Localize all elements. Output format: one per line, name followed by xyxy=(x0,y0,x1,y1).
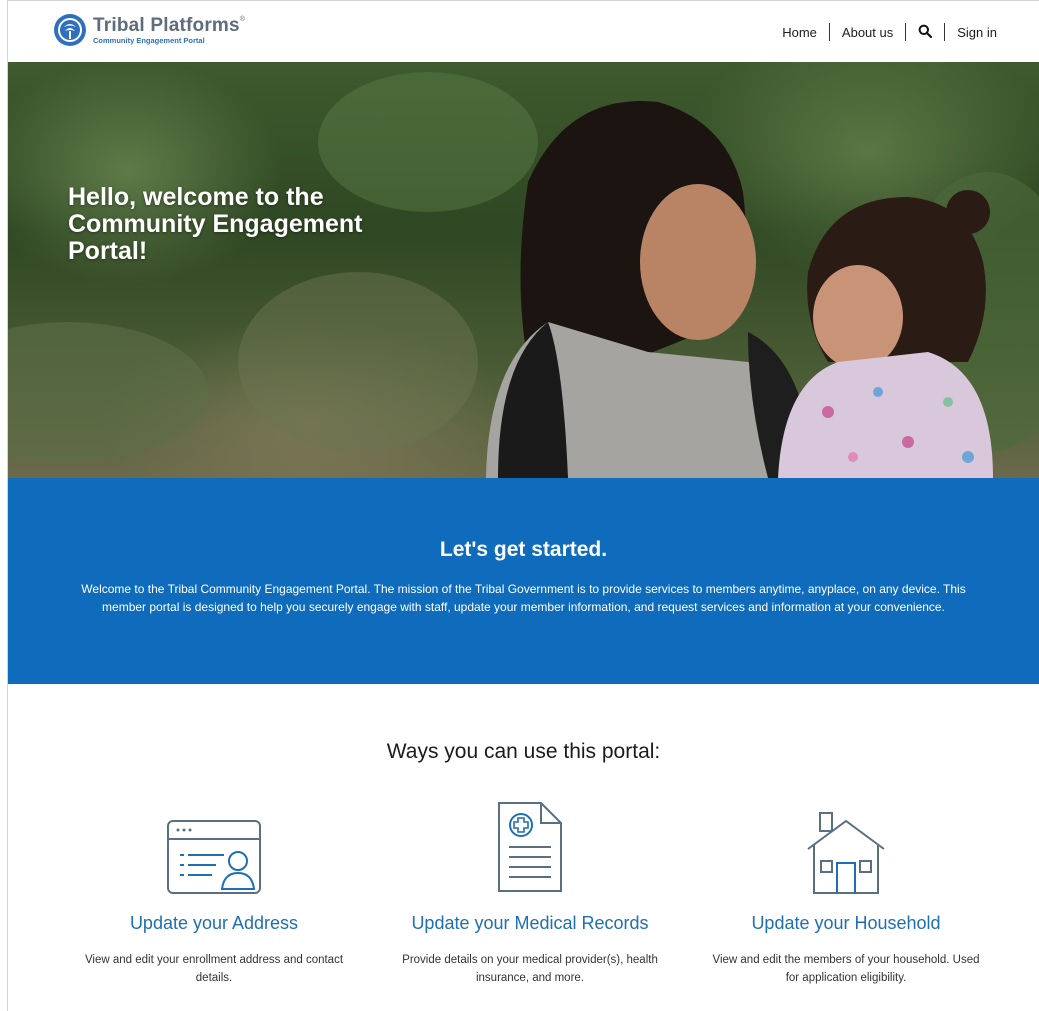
brand-logo[interactable]: Tribal Platforms® Community Engagement P… xyxy=(53,13,245,47)
nav-signin[interactable]: Sign in xyxy=(945,25,1009,40)
update-medical-link[interactable]: Update your Medical Records xyxy=(370,913,690,934)
logo-emblem-icon xyxy=(54,14,86,46)
medical-document-icon xyxy=(498,802,562,892)
nav-about[interactable]: About us xyxy=(830,25,905,40)
site-header: Tribal Platforms® Community Engagement P… xyxy=(8,1,1039,62)
intro-section: Let's get started. Welcome to the Tribal… xyxy=(8,478,1039,684)
hero-photo xyxy=(8,72,1039,478)
update-address-link[interactable]: Update your Address xyxy=(54,913,374,934)
update-address-desc: View and edit your enrollment address an… xyxy=(84,954,344,984)
nav-search-button[interactable] xyxy=(906,24,944,41)
card-update-medical: Update your Medical Records Provide deta… xyxy=(370,795,690,988)
top-nav: Home About us Sign in xyxy=(770,23,1009,41)
address-card-icon xyxy=(167,820,261,894)
hero-banner: Hello, welcome to the Community Engageme… xyxy=(8,62,1039,478)
update-household-desc: View and edit the members of your househ… xyxy=(712,954,980,984)
house-icon xyxy=(807,812,885,894)
intro-heading: Let's get started. xyxy=(439,538,608,561)
hero-heading: Hello, welcome to the Community Engageme… xyxy=(68,183,363,265)
intro-text: Welcome to the Tribal Community Engageme… xyxy=(81,582,966,614)
card-update-household: Update your Household View and edit the … xyxy=(686,795,1006,988)
card-update-address: Update your Address View and edit your e… xyxy=(54,795,374,988)
search-icon xyxy=(918,24,933,38)
brand-tagline: Community Engagement Portal xyxy=(93,35,205,45)
update-medical-desc: Provide details on your medical provider… xyxy=(402,954,658,984)
nav-home[interactable]: Home xyxy=(770,25,829,40)
ways-heading: Ways you can use this portal: xyxy=(386,740,661,763)
brand-name: Tribal Platforms® xyxy=(93,14,246,36)
update-household-link[interactable]: Update your Household xyxy=(686,913,1006,934)
